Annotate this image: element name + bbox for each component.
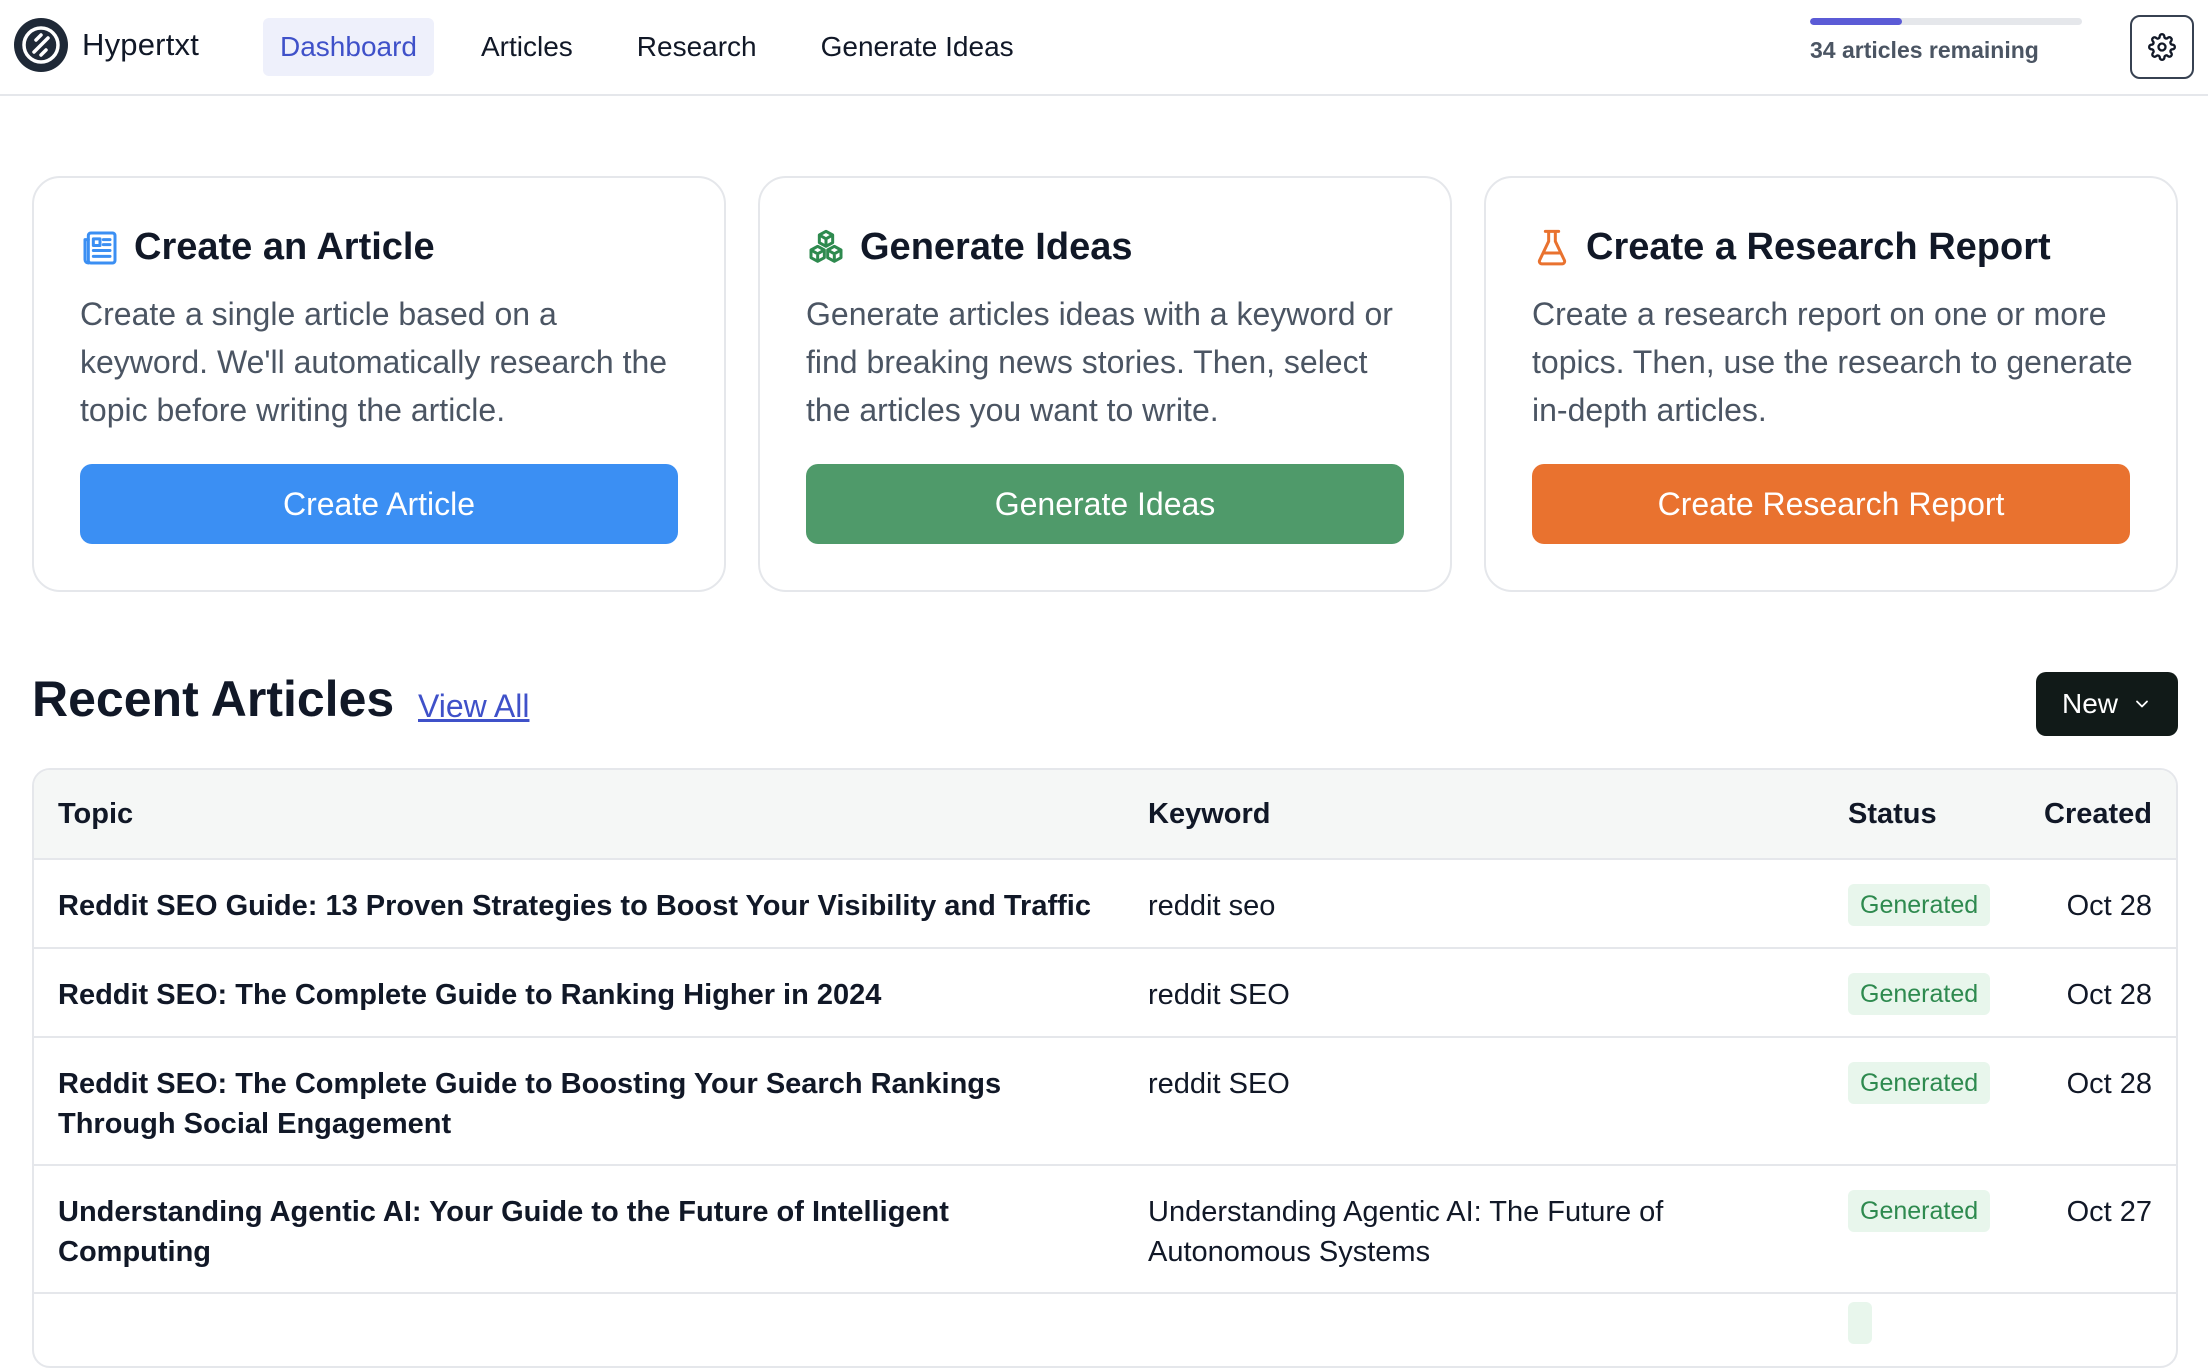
row-created-date: Oct 28 — [2066, 1068, 2152, 1100]
table-row[interactable]: Reddit SEO Guide: 13 Proven Strategies t… — [34, 860, 2176, 949]
row-created-date: Oct 28 — [2066, 979, 2152, 1011]
research-report-card: Create a Research Report Create a resear… — [1484, 176, 2178, 592]
nav-dashboard[interactable]: Dashboard — [263, 18, 434, 76]
generate-ideas-card: Generate Ideas Generate articles ideas w… — [758, 176, 1452, 592]
row-keyword: Understanding Agentic AI: The Future of … — [1148, 1196, 1664, 1268]
card-description: Generate articles ideas with a keyword o… — [806, 296, 1393, 428]
status-badge-partial — [1848, 1302, 1872, 1344]
recent-articles-table: Topic Keyword Status Created Reddit SEO … — [32, 768, 2178, 1368]
card-title: Create an Article — [134, 226, 435, 268]
column-header-topic[interactable]: Topic — [58, 798, 133, 831]
chevron-down-icon — [2136, 700, 2148, 708]
card-title: Create a Research Report — [1586, 226, 2051, 268]
status-badge: Generated — [1848, 1190, 1991, 1232]
gear-icon — [2148, 33, 2176, 61]
quota-progress-bar — [1810, 18, 2082, 25]
quota-progress-fill — [1810, 18, 1903, 25]
nav-research[interactable]: Research — [620, 18, 774, 76]
nav-generate-ideas[interactable]: Generate Ideas — [804, 18, 1031, 76]
row-keyword: reddit SEO — [1148, 1068, 1290, 1100]
table-row[interactable]: Reddit SEO: The Complete Guide to Boosti… — [34, 1038, 2176, 1166]
card-description: Create a single article based on a keywo… — [80, 296, 668, 428]
row-keyword: reddit seo — [1148, 890, 1276, 922]
cubes-icon — [809, 229, 843, 263]
new-dropdown-button[interactable]: New — [2036, 672, 2178, 736]
column-header-keyword[interactable]: Keyword — [1148, 798, 1270, 831]
recent-articles-heading: Recent Articles — [32, 671, 395, 727]
column-header-status[interactable]: Status — [1848, 798, 1937, 831]
flask-icon — [1537, 229, 1567, 265]
brand-name: Hypertxt — [82, 27, 200, 62]
nav-articles[interactable]: Articles — [464, 18, 590, 76]
quota-text: 34 articles remaining — [1810, 37, 2039, 63]
create-article-button[interactable]: Create Article — [80, 464, 678, 544]
newspaper-icon — [83, 231, 117, 264]
table-row[interactable] — [34, 1294, 2176, 1366]
column-header-created[interactable]: Created — [2044, 798, 2152, 831]
create-research-report-button[interactable]: Create Research Report — [1532, 464, 2130, 544]
hypertxt-logo-icon — [14, 18, 68, 72]
table-header: Topic Keyword Status Created — [34, 770, 2176, 860]
table-row[interactable]: Reddit SEO: The Complete Guide to Rankin… — [34, 949, 2176, 1038]
row-created-date: Oct 27 — [2066, 1196, 2152, 1228]
create-article-card: Create an Article Create a single articl… — [32, 176, 726, 592]
brand[interactable]: Hypertxt — [14, 18, 199, 72]
status-badge: Generated — [1848, 973, 1991, 1015]
table-row[interactable]: Understanding Agentic AI: Your Guide to … — [34, 1166, 2176, 1294]
row-keyword: reddit SEO — [1148, 979, 1290, 1011]
row-topic[interactable]: Reddit SEO Guide: 13 Proven Strategies t… — [58, 886, 1108, 926]
status-badge: Generated — [1848, 1062, 1991, 1104]
main-nav: Dashboard Articles Research Generate Ide… — [263, 18, 1061, 76]
row-topic[interactable]: Reddit SEO: The Complete Guide to Rankin… — [58, 975, 1108, 1015]
card-title: Generate Ideas — [860, 226, 1133, 268]
article-quota: 34 articles remaining — [1810, 18, 2082, 64]
view-all-link[interactable]: View All — [418, 688, 529, 725]
row-topic[interactable]: Understanding Agentic AI: Your Guide to … — [58, 1192, 1108, 1272]
status-badge: Generated — [1848, 884, 1991, 926]
new-button-label: New — [2061, 688, 2118, 719]
generate-ideas-button[interactable]: Generate Ideas — [806, 464, 1404, 544]
card-description: Create a research report on one or more … — [1532, 296, 2133, 428]
settings-button[interactable] — [2130, 15, 2194, 79]
row-topic[interactable]: Reddit SEO: The Complete Guide to Boosti… — [58, 1064, 1108, 1144]
row-created-date: Oct 28 — [2066, 890, 2152, 922]
top-navigation-bar: Hypertxt Dashboard Articles Research Gen… — [0, 0, 2208, 96]
